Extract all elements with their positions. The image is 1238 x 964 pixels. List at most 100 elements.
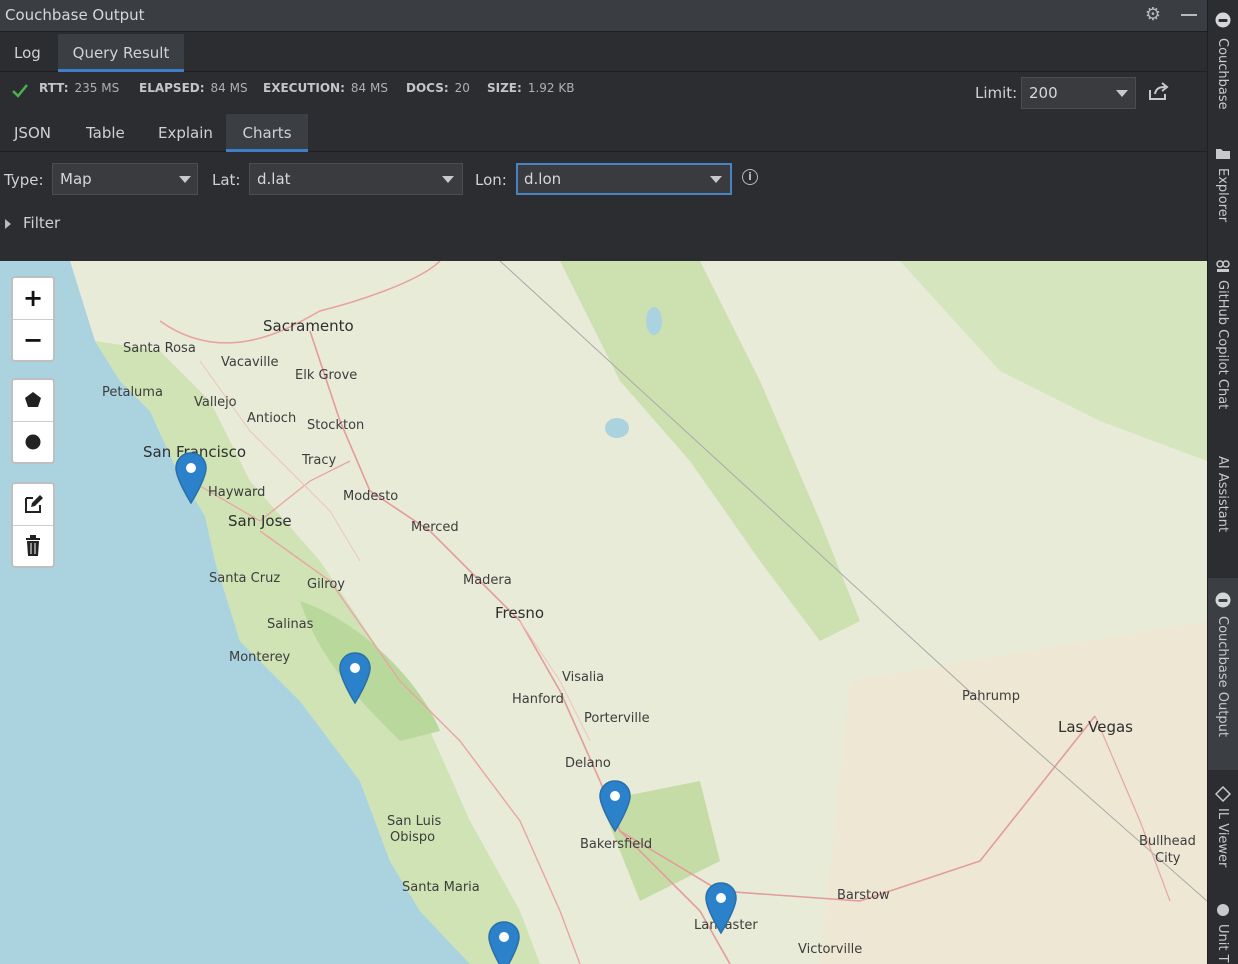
city-label: Gilroy [307,577,346,592]
city-label: Tracy [302,453,337,468]
stat-docs: DOCS: 20 [406,81,470,95]
chevron-down-icon [710,176,722,183]
city-label: Bullhead [1139,834,1196,849]
draw-circle-icon[interactable] [13,422,53,463]
couchbase-icon [1215,12,1231,28]
city-label: Petaluma [102,385,163,400]
city-label: Santa Cruz [209,571,281,586]
map-marker-icon[interactable] [704,881,738,935]
sidebar-item-couchbase-output[interactable]: Couchbase Output [1208,578,1238,770]
chevron-down-icon [1116,90,1128,97]
sidebar-item-label: IL Viewer [1215,808,1230,868]
tab-json[interactable]: JSON [0,114,65,151]
city-label: Santa Maria [402,880,480,895]
minimize-icon[interactable] [1179,5,1199,25]
result-view-tabs: JSON Table Explain Charts [0,114,1207,152]
city-label: Elk Grove [295,368,358,383]
city-label: Victorville [798,942,863,957]
city-label: Hanford [512,692,564,707]
il-viewer-icon [1215,786,1231,802]
city-label: Bakersfield [580,837,653,852]
map-marker-icon[interactable] [338,651,372,705]
city-label: City [1155,851,1181,866]
city-label: Hayward [208,485,266,500]
filter-label: Filter [23,214,61,232]
map-marker-icon[interactable] [174,451,208,505]
type-dropdown[interactable]: Map [52,163,198,195]
output-tabs: Log Query Result [0,34,1207,72]
copilot-icon [1216,260,1230,272]
window-title: Couchbase Output [5,6,145,24]
tab-charts[interactable]: Charts [226,114,308,152]
city-label: Obispo [390,830,436,845]
couchbase-output-panel: Couchbase Output ⚙ Log Query Result RTT:… [0,0,1207,964]
map-marker-icon[interactable] [598,779,632,833]
zoom-out-button[interactable]: − [13,320,53,361]
city-label: Madera [463,573,512,588]
city-label: Las Vegas [1058,718,1133,736]
chevron-down-icon [442,176,454,183]
folder-icon [1216,149,1230,159]
city-label: Modesto [343,489,399,504]
city-label: Vacaville [221,355,279,370]
sidebar-item-explorer[interactable]: Explorer [1208,140,1238,235]
lat-label: Lat: [212,171,241,189]
draw-polygon-icon[interactable] [13,380,53,422]
gear-icon[interactable]: ⚙ [1143,5,1163,25]
tab-query-result[interactable]: Query Result [58,34,184,72]
unit-test-icon [1217,904,1229,916]
zoom-control: + − [11,276,55,362]
city-label: Salinas [267,617,314,632]
type-value: Map [60,170,92,188]
limit-dropdown[interactable]: 200 [1021,77,1136,109]
sidebar-item-label: Unit T [1215,924,1230,963]
limit-value: 200 [1029,84,1058,102]
draw-toolbar [11,378,55,464]
sidebar-item-ai-assistant[interactable]: AI Assistant [1208,448,1238,568]
map-marker-icon[interactable] [487,920,521,964]
edit-toolbar [11,482,55,568]
city-label: Vallejo [194,395,237,410]
sidebar-item-label: Explorer [1215,168,1230,223]
city-label: Barstow [837,888,890,903]
chevron-down-icon [179,176,191,183]
city-label: Merced [411,520,459,535]
limit-label: Limit: [975,84,1018,102]
sidebar-item-unit-tests[interactable]: Unit T [1208,896,1238,964]
trash-icon[interactable] [13,526,53,567]
map-basemap [0,261,1207,964]
chevron-right-icon [5,219,11,229]
stat-size: SIZE: 1.92 KB [487,81,575,95]
city-label: Delano [565,756,611,771]
lon-dropdown[interactable]: d.lon [516,163,732,195]
city-label: San Luis [387,814,442,829]
sidebar-item-label: Couchbase [1215,38,1230,110]
sidebar-item-couchbase[interactable]: Couchbase [1208,0,1238,125]
map-view[interactable]: Sacramento Santa Rosa Vacaville Elk Grov… [0,261,1207,964]
info-icon[interactable]: i [742,169,758,185]
success-check-icon [12,84,28,98]
tool-window-header: Couchbase Output ⚙ [0,0,1207,32]
city-label: San Jose [228,512,292,530]
city-label: Monterey [229,650,291,665]
lat-dropdown[interactable]: d.lat [249,163,463,195]
stat-execution: EXECUTION: 84 MS [263,81,388,95]
stat-elapsed: ELAPSED: 84 MS [139,81,248,95]
edit-icon[interactable] [13,484,53,526]
sidebar-item-github-copilot-chat[interactable]: GitHub Copilot Chat [1208,250,1238,430]
lat-value: d.lat [257,170,291,188]
lon-value: d.lon [524,170,562,188]
query-stats: RTT: 235 MS ELAPSED: 84 MS EXECUTION: 84 MS… [0,76,700,104]
chart-controls: Type: Map Lat: d.lat Lon: d.lon i [0,160,800,200]
export-icon[interactable] [1147,82,1169,102]
tab-table[interactable]: Table [72,114,139,151]
sidebar-item-label: AI Assistant [1215,456,1230,533]
zoom-in-button[interactable]: + [13,278,53,320]
sidebar-item-il-viewer[interactable]: IL Viewer [1208,780,1238,880]
couchbase-icon [1215,592,1231,608]
tab-explain[interactable]: Explain [144,114,227,151]
stat-rtt: RTT: 235 MS [39,81,120,95]
tab-log[interactable]: Log [0,34,55,71]
city-label: Visalia [562,670,605,685]
type-label: Type: [4,171,44,189]
